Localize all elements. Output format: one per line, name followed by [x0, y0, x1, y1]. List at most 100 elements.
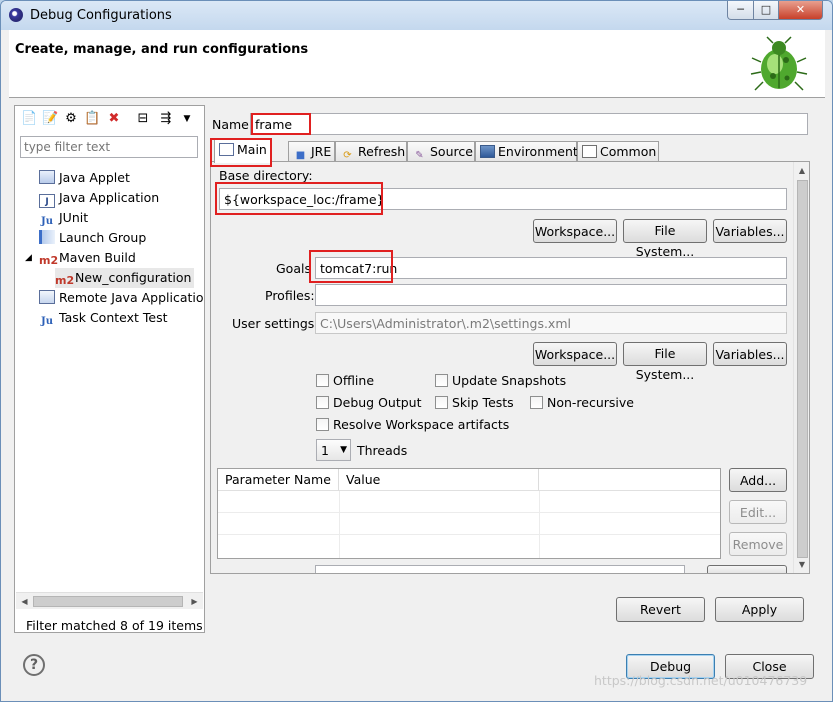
threads-label: Threads	[357, 443, 408, 458]
base-directory-label: Base directory:	[219, 168, 313, 183]
goals-label: Goals	[276, 261, 311, 276]
dialog-content: 📄 📝 ⚙ 📋 ✖ ⊟ ⇶ ▼ Java Applet JJava Applic…	[9, 99, 825, 695]
resolve-workspace-checkbox[interactable]: Resolve Workspace artifacts	[316, 417, 509, 432]
help-icon[interactable]: ?	[23, 654, 45, 676]
debug-bug-icon	[750, 36, 808, 91]
tree-item-junit[interactable]: Ju JUnit	[39, 208, 88, 228]
table-row	[218, 492, 720, 513]
scroll-thumb[interactable]	[33, 596, 183, 607]
table-row	[218, 536, 720, 557]
common-icon	[582, 145, 597, 158]
tree-item-remote-java[interactable]: Remote Java Applicatio	[39, 288, 204, 308]
clipped-field	[315, 565, 685, 573]
scroll-right-icon[interactable]: ▶	[188, 595, 201, 608]
column-header-parameter-name[interactable]: Parameter Name	[218, 469, 339, 491]
maven-m2-icon: m2	[39, 254, 59, 267]
scroll-up-icon[interactable]: ▲	[796, 165, 808, 177]
export-config-icon[interactable]: ⚙	[63, 111, 79, 127]
edit-parameter-button[interactable]: Edit...	[729, 500, 787, 524]
minimize-button[interactable]: ─	[727, 1, 754, 20]
revert-button[interactable]: Revert	[616, 597, 705, 622]
close-window-button[interactable]: ✕	[778, 1, 823, 20]
tree-item-new-configuration[interactable]: m2New_configuration	[55, 268, 195, 288]
tree-item-task-context-test[interactable]: Ju Task Context Test	[39, 308, 168, 328]
base-directory-input[interactable]	[219, 188, 787, 210]
config-tabs: Main ■ JRE ⟳ Refresh ✎ Source Environment C…	[210, 139, 810, 163]
goals-input[interactable]	[315, 257, 787, 279]
tree-item-launch-group[interactable]: Launch Group	[39, 228, 146, 248]
junit-icon: Ju	[40, 216, 53, 227]
tree-item-java-applet[interactable]: Java Applet	[39, 168, 130, 188]
filter-input[interactable]	[20, 136, 198, 158]
profiles-label: Profiles:	[265, 288, 315, 303]
settings-filesystem-button[interactable]: File System...	[623, 342, 707, 382]
column-divider	[539, 491, 540, 558]
non-recursive-checkbox[interactable]: Non-recursive	[530, 395, 634, 410]
tab-source[interactable]: ✎ Source	[407, 141, 475, 162]
name-label: Name:	[212, 117, 254, 132]
chevron-down-icon: ▼	[340, 445, 347, 455]
filter-status: Filter matched 8 of 19 items	[26, 618, 203, 633]
title-bar[interactable]: Debug Configurations ─ □ ✕	[1, 1, 832, 30]
debug-configurations-window: Debug Configurations ─ □ ✕ Create, manag…	[0, 0, 833, 702]
filter-configs-icon[interactable]: ⇶	[158, 111, 174, 127]
dialog-header: Create, manage, and run configurations	[9, 30, 825, 98]
user-settings-input[interactable]	[315, 312, 787, 334]
view-menu-icon[interactable]: ▼	[179, 111, 195, 127]
tab-common[interactable]: Common	[577, 141, 659, 162]
watermark-text: https://blog.csdn.net/u010476739	[594, 673, 808, 688]
tree-horizontal-scrollbar[interactable]: ◀ ▶	[16, 592, 203, 609]
settings-variables-button[interactable]: Variables...	[713, 342, 787, 366]
remote-java-icon	[39, 290, 55, 304]
expand-toggle-icon[interactable]: ◢	[25, 253, 35, 263]
parameter-table[interactable]: Parameter Name Value	[217, 468, 721, 559]
duplicate-config-icon[interactable]: 📋	[84, 111, 100, 127]
java-application-icon: J	[39, 194, 55, 208]
profiles-input[interactable]	[315, 284, 787, 306]
launch-config-tree-panel: 📄 📝 ⚙ 📋 ✖ ⊟ ⇶ ▼ Java Applet JJava Applic…	[14, 105, 205, 633]
clipped-button	[707, 565, 787, 573]
base-dir-workspace-button[interactable]: Workspace...	[533, 219, 617, 243]
threads-select[interactable]: 1 ▼	[316, 439, 351, 461]
task-context-icon: Ju	[40, 316, 53, 327]
maximize-button[interactable]: □	[753, 1, 779, 20]
scroll-down-icon[interactable]: ▼	[796, 559, 808, 571]
delete-config-icon[interactable]: ✖	[106, 111, 122, 127]
main-tab-content: Base directory: Workspace... File System…	[210, 161, 810, 574]
column-header-filler	[539, 469, 720, 491]
update-snapshots-checkbox[interactable]: Update Snapshots	[435, 373, 566, 388]
offline-checkbox[interactable]: Offline	[316, 373, 374, 388]
launch-group-icon	[39, 230, 55, 244]
tab-vertical-scrollbar[interactable]: ▲ ▼	[793, 162, 809, 573]
tree-item-maven-build[interactable]: m2Maven Build	[39, 248, 136, 268]
window-title: Debug Configurations	[30, 8, 172, 23]
new-prototype-icon[interactable]: 📝	[42, 111, 58, 127]
column-divider	[339, 491, 340, 558]
tab-jre[interactable]: ■ JRE	[288, 141, 335, 162]
tree-toolbar: 📄 📝 ⚙ 📋 ✖ ⊟ ⇶ ▼	[15, 106, 204, 132]
tab-environment[interactable]: Environment	[475, 141, 578, 162]
new-config-icon[interactable]: 📄	[21, 111, 37, 127]
java-applet-icon	[39, 170, 55, 184]
maven-m2-icon: m2	[55, 274, 75, 287]
collapse-all-icon[interactable]: ⊟	[135, 111, 151, 127]
environment-icon	[480, 145, 495, 158]
tab-refresh[interactable]: ⟳ Refresh	[335, 141, 407, 162]
remove-parameter-button[interactable]: Remove	[729, 532, 787, 556]
scroll-left-icon[interactable]: ◀	[18, 595, 31, 608]
scroll-thumb[interactable]	[797, 180, 808, 558]
base-dir-variables-button[interactable]: Variables...	[713, 219, 787, 243]
settings-workspace-button[interactable]: Workspace...	[533, 342, 617, 366]
tab-main[interactable]: Main	[214, 139, 272, 163]
table-row	[218, 514, 720, 535]
apply-button[interactable]: Apply	[715, 597, 804, 622]
tree-item-java-application[interactable]: J Java Application	[39, 188, 159, 208]
column-header-value[interactable]: Value	[339, 469, 539, 491]
main-tab-icon	[219, 143, 234, 156]
base-dir-filesystem-button[interactable]: File System...	[623, 219, 707, 259]
debug-output-checkbox[interactable]: Debug Output	[316, 395, 422, 410]
add-parameter-button[interactable]: Add...	[729, 468, 787, 492]
skip-tests-checkbox[interactable]: Skip Tests	[435, 395, 514, 410]
header-title: Create, manage, and run configurations	[15, 42, 309, 57]
config-name-input[interactable]	[250, 113, 808, 135]
